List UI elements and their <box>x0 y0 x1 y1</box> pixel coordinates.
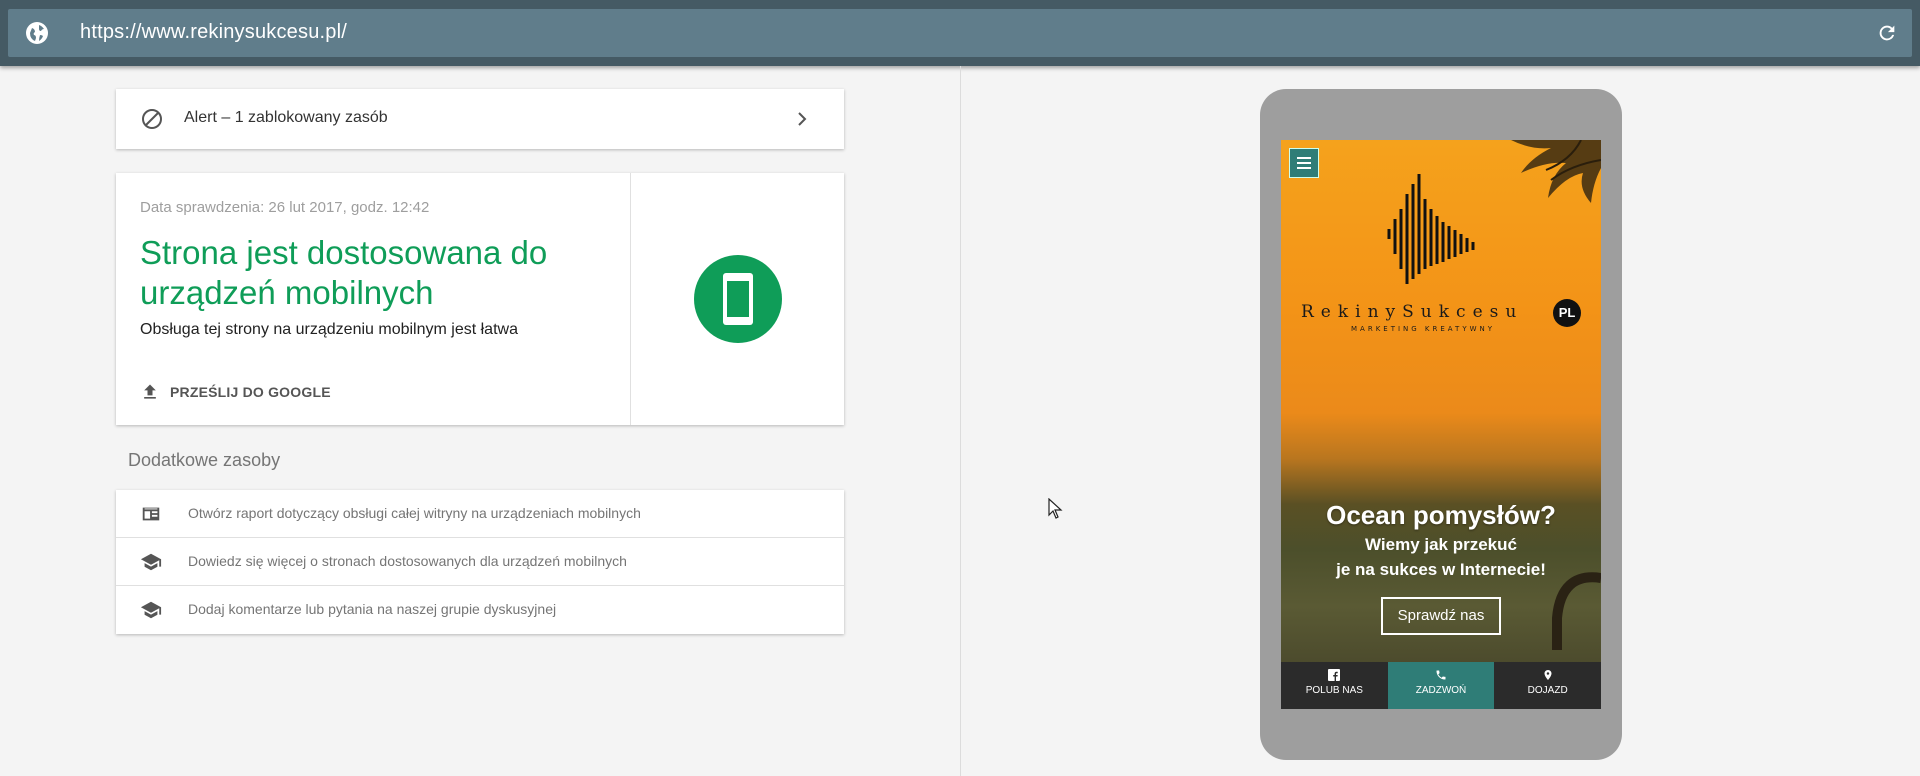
hero-title: Ocean pomysłów? <box>1326 500 1556 530</box>
school-icon <box>140 551 162 573</box>
call-button[interactable]: ZADZWOŃ <box>1387 662 1495 709</box>
like-us-label: POLUB NAS <box>1305 685 1363 696</box>
alert-label: Alert – 1 zablokowany zasób <box>184 109 388 126</box>
column-divider <box>960 66 961 776</box>
check-date: Data sprawdzenia: 26 lut 2017, godz. 12:… <box>140 199 430 216</box>
hamburger-menu-icon[interactable] <box>1289 148 1319 178</box>
mobile-friendly-result-card: Data sprawdzenia: 26 lut 2017, godz. 12:… <box>116 173 844 425</box>
chevron-right-icon[interactable] <box>790 107 814 131</box>
result-badge-area <box>632 173 844 425</box>
blocked-icon <box>140 107 164 131</box>
submit-to-google-button[interactable]: PRZEŚLIJ DO GOOGLE <box>140 380 331 404</box>
additional-resources-list: Otwórz raport dotyczący obsługi całej wi… <box>116 490 844 634</box>
directions-button[interactable]: DOJAZD <box>1494 662 1601 709</box>
check-us-button[interactable]: Sprawdź nas <box>1381 597 1501 635</box>
resource-label[interactable]: Otwórz raport dotyczący obsługi całej wi… <box>188 505 641 521</box>
facebook-icon <box>1328 669 1341 681</box>
phone-preview-screen: RekinySukcesu PL MARKETING KREATYWNY Oce… <box>1281 140 1601 709</box>
top-bar: https://www.rekinysukcesu.pl/ <box>0 0 1920 66</box>
report-icon <box>140 503 162 525</box>
mobile-phone-icon <box>694 255 782 343</box>
directions-label: DOJAZD <box>1527 685 1568 696</box>
additional-resources-heading: Dodatkowe zasoby <box>128 450 281 470</box>
phone-icon <box>1436 670 1446 680</box>
reload-icon[interactable] <box>1876 22 1898 44</box>
result-headline: Strona jest dostosowana do urządzeń mobi… <box>140 234 548 311</box>
upload-icon <box>140 382 160 402</box>
result-description: Obsługa tej strony na urządzeniu mobilny… <box>140 321 518 338</box>
blocked-resources-alert[interactable]: Alert – 1 zablokowany zasób <box>116 89 844 149</box>
like-us-button[interactable]: POLUB NAS <box>1281 662 1388 709</box>
brand-logo-text: RekinySukcesu <box>1301 302 1524 322</box>
globe-icon <box>26 22 48 44</box>
resource-label[interactable]: Dowiedz się więcej o stronach dostosowan… <box>188 553 627 569</box>
result-details: Data sprawdzenia: 26 lut 2017, godz. 12:… <box>116 173 631 425</box>
railing-image <box>1552 572 1601 650</box>
url-field[interactable]: https://www.rekinysukcesu.pl/ <box>8 9 1912 57</box>
brand-logo-badge: PL <box>1553 299 1581 327</box>
resource-item-discussion[interactable]: Dodaj komentarze lub pytania na naszej g… <box>116 586 844 634</box>
school-icon <box>140 599 162 621</box>
brand-tagline: MARKETING KREATYWNY <box>1351 325 1496 333</box>
hero-subtitle-line1: Wiemy jak przekuć <box>1365 535 1517 554</box>
resource-item-report[interactable]: Otwórz raport dotyczący obsługi całej wi… <box>116 490 844 538</box>
url-text[interactable]: https://www.rekinysukcesu.pl/ <box>80 21 347 44</box>
submit-label: PRZEŚLIJ DO GOOGLE <box>170 384 331 400</box>
resource-label[interactable]: Dodaj komentarze lub pytania na naszej g… <box>188 601 556 617</box>
map-pin-icon <box>1544 670 1552 680</box>
preview-bottom-bar: POLUB NAS ZADZWOŃ DOJAZD <box>1281 662 1601 709</box>
mouse-cursor-icon <box>1048 497 1064 520</box>
call-label: ZADZWOŃ <box>1415 685 1467 696</box>
shark-logo-icon <box>1387 174 1475 284</box>
resource-item-learn-more[interactable]: Dowiedz się więcej o stronach dostosowan… <box>116 538 844 586</box>
